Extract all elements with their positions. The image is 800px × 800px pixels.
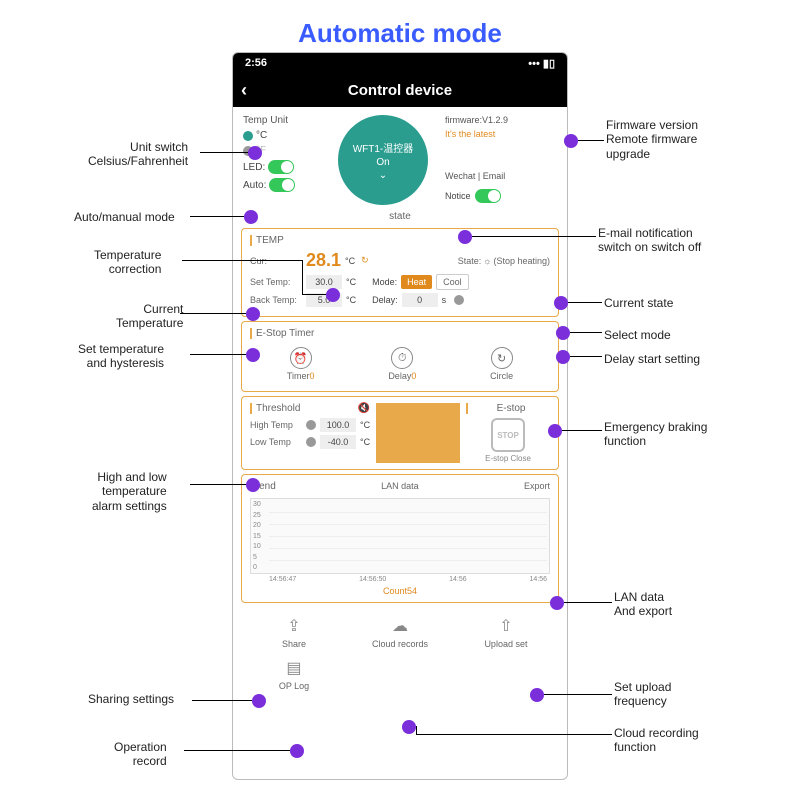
wechat-email-label: Wechat | Email	[445, 171, 505, 181]
upload-set-button[interactable]: ⇧Upload set	[453, 611, 559, 653]
ann-curtemp: Current Temperature	[116, 302, 183, 331]
bottom-grid: ⇪Share ☁Cloud records ⇧Upload set ▤OP Lo…	[233, 607, 567, 699]
ann-settemp: Set temperature and hysteresis	[78, 342, 164, 371]
ann-cloudrec: Cloud recording function	[614, 726, 699, 755]
chart-y-axis: 302520151050	[253, 499, 269, 573]
low-temp-input[interactable]: -40.0	[320, 435, 356, 449]
log-icon: ▤	[283, 657, 305, 679]
set-temp-label: Set Temp:	[250, 277, 302, 287]
ann-uploadfreq: Set upload frequency	[614, 680, 671, 709]
ann-unit: Unit switch Celsius/Fahrenheit	[88, 140, 188, 169]
circle-button[interactable]: ↻Circle	[490, 347, 513, 381]
mute-icon[interactable]: 🔇	[358, 403, 370, 414]
estop-button[interactable]: STOP	[491, 418, 525, 452]
count-label: Count54	[250, 586, 550, 596]
timer-icon: ⏱	[391, 347, 413, 369]
ann-curstate: Current state	[604, 296, 673, 310]
sun-icon: ☼	[483, 256, 491, 266]
mode-cool-button[interactable]: Cool	[436, 274, 469, 290]
high-temp-label: High Temp	[250, 420, 302, 430]
unit-c-label: °C	[256, 130, 267, 141]
led-label: LED:	[243, 162, 265, 173]
delay-unit: s	[442, 295, 447, 305]
low-temp-check[interactable]	[306, 437, 316, 447]
share-icon: ⇪	[283, 615, 305, 637]
delay-button[interactable]: ⏱Delay0	[388, 347, 416, 381]
cloud-records-button[interactable]: ☁Cloud records	[347, 611, 453, 653]
high-temp-check[interactable]	[306, 420, 316, 430]
threshold-card: Threshold🔇 High Temp100.0°C Low Temp-40.…	[241, 396, 559, 470]
chart-x-axis: 14:56:4714:56:5014:5614:56	[269, 576, 547, 583]
oplog-button[interactable]: ▤OP Log	[241, 653, 347, 695]
mode-label: Mode:	[372, 277, 397, 287]
estop-close-label: E-stop Close	[466, 454, 550, 463]
unit-c-radio[interactable]	[243, 131, 253, 141]
cur-temp-unit: °C	[345, 256, 355, 266]
ann-alarm: High and low temperature alarm settings	[92, 470, 167, 513]
low-temp-label: Low Temp	[250, 437, 302, 447]
ann-lan: LAN data And export	[614, 590, 672, 619]
status-bar: 2:56 ••• ▮▯	[233, 53, 567, 73]
estop-title: E-stop	[466, 403, 550, 414]
delay-label: Delay:	[372, 295, 398, 305]
cloud-icon: ☁	[389, 615, 411, 637]
chart-plot-area	[269, 501, 547, 571]
lan-data-button[interactable]: LAN data	[381, 481, 419, 496]
state-row: State: ☼ (Stop heating)	[458, 256, 550, 266]
firmware-latest: It's the latest	[445, 129, 495, 139]
threshold-title: Threshold	[256, 403, 300, 414]
temp-edit-icon[interactable]: ↻	[361, 255, 369, 266]
estop-timer-card: E-Stop Timer ⏰Timer0 ⏱Delay0 ↻Circle	[241, 321, 559, 392]
ann-fw: Firmware version Remote firmware upgrade	[606, 118, 698, 161]
led-toggle[interactable]	[268, 160, 294, 174]
app-header: ‹ Control device	[233, 73, 567, 107]
ann-ebrake: Emergency braking function	[604, 420, 707, 449]
delay-check-icon[interactable]	[454, 295, 464, 305]
auto-label: Auto:	[243, 180, 266, 191]
device-expand-icon: ⌄	[379, 170, 387, 181]
device-circle[interactable]: WFT1-温控器 On ⌄	[338, 115, 428, 205]
delay-input[interactable]: 0	[402, 293, 438, 307]
temp-unit-label: Temp Unit	[243, 115, 321, 126]
trend-chart[interactable]: 302520151050 14:56:4714:56:5014:5614:56	[250, 498, 550, 574]
clock-icon: ⏰	[290, 347, 312, 369]
back-button[interactable]: ‹	[241, 80, 247, 101]
device-state: On	[376, 157, 389, 168]
mode-heat-button[interactable]: Heat	[401, 275, 432, 289]
firmware-label: firmware:V1.2.9	[445, 115, 508, 125]
ann-oprec: Operation record	[114, 740, 167, 769]
notice-label: Notice	[445, 191, 471, 201]
notice-toggle[interactable]	[475, 189, 501, 203]
high-temp-input[interactable]: 100.0	[320, 418, 356, 432]
ann-email: E-mail notification switch on switch off	[598, 226, 701, 255]
upload-icon: ⇧	[495, 615, 517, 637]
ann-selmode: Select mode	[604, 328, 671, 342]
device-name: WFT1-温控器	[353, 140, 414, 155]
state-label: state	[233, 209, 567, 224]
timer-button[interactable]: ⏰Timer0	[287, 347, 315, 381]
ann-tempcorr: Temperature correction	[94, 248, 161, 277]
back-temp-label: Back Temp:	[250, 295, 302, 305]
share-button[interactable]: ⇪Share	[241, 611, 347, 653]
temp-card: TEMP Cur: 28.1 °C ↻ State: ☼ (Stop heati…	[241, 228, 559, 317]
cycle-icon: ↻	[491, 347, 513, 369]
estop-timer-title: E-Stop Timer	[250, 328, 550, 339]
status-time: 2:56	[245, 57, 267, 69]
ann-sharing: Sharing settings	[88, 692, 174, 706]
auto-toggle[interactable]	[269, 178, 295, 192]
page-title: Automatic mode	[0, 18, 800, 49]
ann-automanual: Auto/manual mode	[74, 210, 175, 224]
phone-frame: 2:56 ••• ▮▯ ‹ Control device Temp Unit °…	[232, 52, 568, 780]
trend-card: Trend LAN data Export 302520151050 14:56…	[241, 474, 559, 603]
status-icons: ••• ▮▯	[528, 57, 555, 70]
cur-temp-value: 28.1	[306, 250, 341, 271]
set-temp-input[interactable]: 30.0	[306, 275, 342, 289]
header-title: Control device	[348, 82, 452, 99]
top-section: Temp Unit °C °F LED: Auto: WFT1-温控器 On ⌄…	[233, 107, 567, 209]
export-button[interactable]: Export	[524, 481, 550, 496]
ann-delay: Delay start setting	[604, 352, 700, 366]
